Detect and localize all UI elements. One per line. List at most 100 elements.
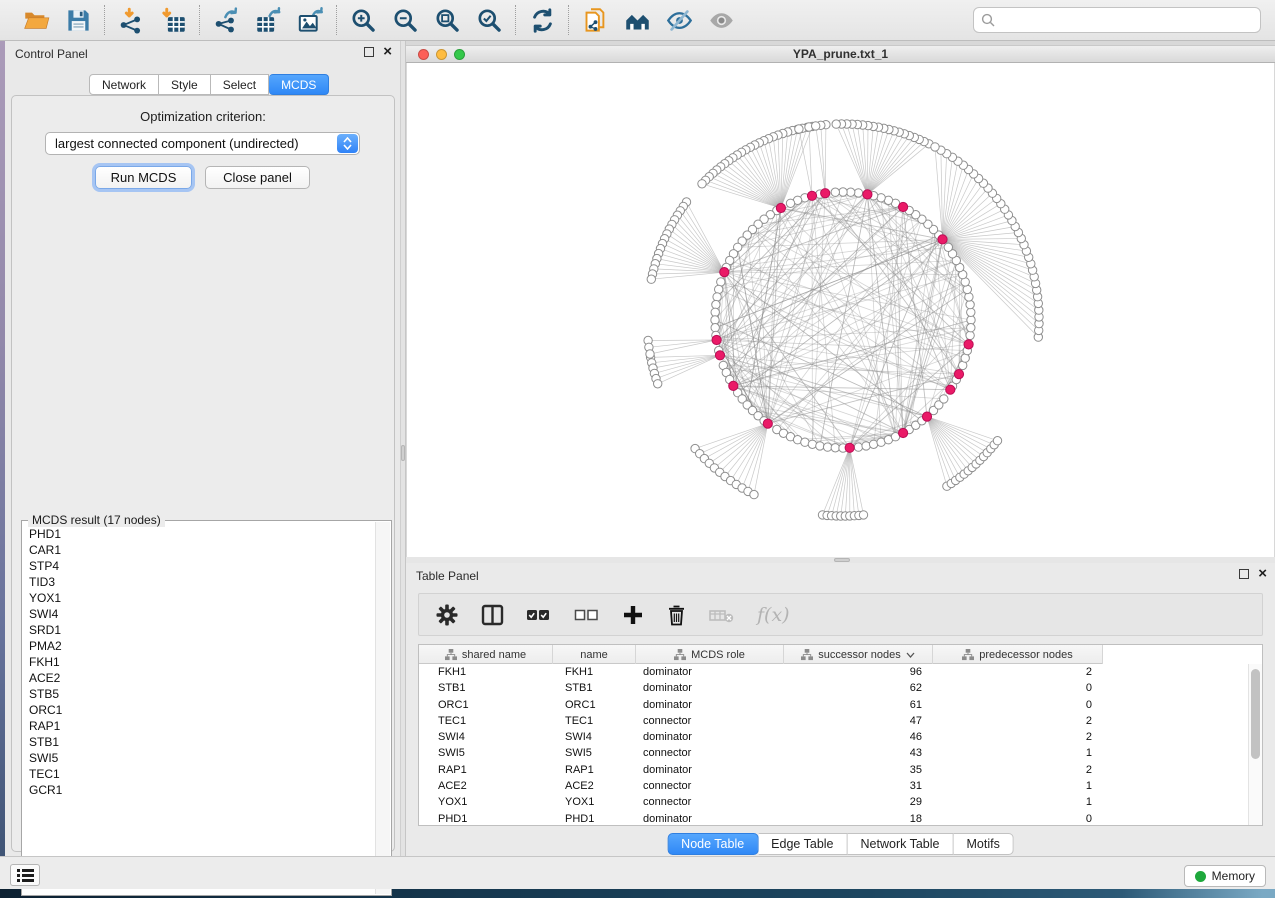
- table-row[interactable]: YOX1YOX1connector291: [419, 794, 1247, 810]
- zoom-in-button[interactable]: [349, 6, 377, 34]
- window-zoom-icon[interactable]: [454, 49, 465, 60]
- window-minimize-icon[interactable]: [436, 49, 447, 60]
- hide-selected-button[interactable]: [665, 6, 693, 34]
- export-network-button[interactable]: [212, 6, 240, 34]
- float-panel-icon[interactable]: [364, 47, 374, 57]
- export-image-button[interactable]: [296, 6, 324, 34]
- splitter-handle[interactable]: [834, 558, 850, 562]
- memory-button[interactable]: Memory: [1184, 865, 1266, 887]
- zoom-out-button[interactable]: [391, 6, 419, 34]
- table-settings-button[interactable]: [435, 602, 459, 628]
- column-header-name[interactable]: name: [553, 645, 636, 664]
- clear-table-button[interactable]: [709, 602, 735, 628]
- mcds-result-item[interactable]: RAP1: [29, 718, 375, 734]
- task-history-button[interactable]: [10, 864, 40, 886]
- mcds-result-item[interactable]: ACE2: [29, 670, 375, 686]
- column-header-predecessor-nodes[interactable]: predecessor nodes: [933, 645, 1103, 664]
- close-panel-icon[interactable]: ×: [1258, 569, 1267, 579]
- function-builder-button[interactable]: f(x): [757, 602, 790, 628]
- column-header-shared-name[interactable]: shared name: [419, 645, 553, 664]
- optimization-criterion-label: Optimization criterion:: [12, 109, 394, 124]
- mcds-result-item[interactable]: TEC1: [29, 766, 375, 782]
- search-input[interactable]: [973, 7, 1261, 33]
- tab-style[interactable]: Style: [159, 74, 211, 95]
- close-panel-icon[interactable]: ×: [383, 47, 392, 57]
- cell-successor-nodes: 96: [784, 664, 933, 680]
- eye-icon: [708, 7, 735, 34]
- toggle-columns-button[interactable]: [481, 602, 504, 628]
- refresh-layout-button[interactable]: [528, 6, 556, 34]
- mcds-result-item[interactable]: STB1: [29, 734, 375, 750]
- table-row[interactable]: SWI4SWI4dominator462: [419, 729, 1247, 745]
- open-session-button[interactable]: [22, 6, 50, 34]
- mcds-result-item[interactable]: CAR1: [29, 542, 375, 558]
- mcds-result-item[interactable]: FKH1: [29, 654, 375, 670]
- tab-edge-table[interactable]: Edge Table: [758, 833, 847, 855]
- network-view-window: YPA_prune.txt_1: [406, 41, 1275, 557]
- network-graph[interactable]: [407, 63, 1274, 557]
- network-window-titlebar[interactable]: YPA_prune.txt_1: [406, 45, 1275, 63]
- splitter-handle[interactable]: [401, 445, 405, 461]
- network-canvas[interactable]: [407, 63, 1274, 557]
- mcds-result-item[interactable]: TID3: [29, 574, 375, 590]
- mcds-result-item[interactable]: SWI4: [29, 606, 375, 622]
- show-all-nodes-button[interactable]: [623, 6, 651, 34]
- mcds-result-item[interactable]: PMA2: [29, 638, 375, 654]
- table-row[interactable]: FKH1FKH1dominator962: [419, 664, 1247, 680]
- cell-successor-nodes: 43: [784, 745, 933, 761]
- cell-successor-nodes: 35: [784, 762, 933, 778]
- zoom-fit-button[interactable]: [433, 6, 461, 34]
- delete-column-button[interactable]: [666, 602, 687, 628]
- table-row[interactable]: PHD1PHD1dominator180: [419, 811, 1247, 825]
- table-row[interactable]: RAP1RAP1dominator352: [419, 762, 1247, 778]
- import-network-button[interactable]: [117, 6, 145, 34]
- tab-network-table[interactable]: Network Table: [848, 833, 954, 855]
- mcds-result-item[interactable]: SRD1: [29, 622, 375, 638]
- export-table-button[interactable]: [254, 6, 282, 34]
- tab-select[interactable]: Select: [211, 74, 269, 95]
- table-row[interactable]: ACE2ACE2connector311: [419, 778, 1247, 794]
- save-session-button[interactable]: [64, 6, 92, 34]
- window-close-icon[interactable]: [418, 49, 429, 60]
- cell-successor-nodes: 31: [784, 778, 933, 794]
- tab-node-table[interactable]: Node Table: [667, 833, 758, 855]
- scrollbar-thumb[interactable]: [1251, 669, 1260, 759]
- cell-name: YOX1: [553, 794, 636, 810]
- run-mcds-button[interactable]: Run MCDS: [95, 166, 192, 189]
- table-toolbar: f(x): [418, 593, 1263, 636]
- mcds-result-scrollbar[interactable]: [375, 522, 390, 894]
- mcds-result-item[interactable]: GCR1: [29, 782, 375, 798]
- mcds-result-item[interactable]: STB5: [29, 686, 375, 702]
- table-row[interactable]: SWI5SWI5connector431: [419, 745, 1247, 761]
- mcds-result-item[interactable]: PHD1: [29, 526, 375, 542]
- column-label: MCDS role: [691, 649, 745, 661]
- cell-mcds-role: connector: [636, 794, 784, 810]
- optimization-criterion-select[interactable]: largest connected component (undirected): [45, 132, 360, 155]
- zoom-selected-button[interactable]: [475, 6, 503, 34]
- tab-network[interactable]: Network: [89, 74, 159, 95]
- mcds-result-item[interactable]: STP4: [29, 558, 375, 574]
- clone-network-button[interactable]: [581, 6, 609, 34]
- tab-mcds[interactable]: MCDS: [269, 74, 329, 95]
- table-row[interactable]: ORC1ORC1dominator610: [419, 697, 1247, 713]
- tab-motifs[interactable]: Motifs: [953, 833, 1013, 855]
- close-panel-button[interactable]: Close panel: [205, 166, 310, 189]
- mcds-result-item[interactable]: ORC1: [29, 702, 375, 718]
- float-panel-icon[interactable]: [1239, 569, 1249, 579]
- cell-shared-name: YOX1: [419, 794, 553, 810]
- cell-mcds-role: dominator: [636, 697, 784, 713]
- mcds-result-item[interactable]: SWI5: [29, 750, 375, 766]
- table-row[interactable]: TEC1TEC1connector472: [419, 713, 1247, 729]
- cell-predecessor-nodes: 2: [933, 664, 1103, 680]
- mcds-result-item[interactable]: YOX1: [29, 590, 375, 606]
- table-row[interactable]: STB1STB1dominator620: [419, 680, 1247, 696]
- cell-shared-name: RAP1: [419, 762, 553, 778]
- import-table-button[interactable]: [159, 6, 187, 34]
- column-header-successor-nodes[interactable]: successor nodes: [784, 645, 933, 664]
- select-all-columns-button[interactable]: [526, 602, 552, 628]
- column-header-mcds-role[interactable]: MCDS role: [636, 645, 784, 664]
- table-scrollbar[interactable]: [1248, 664, 1262, 825]
- add-column-button[interactable]: [622, 602, 644, 628]
- show-hidden-button[interactable]: [707, 6, 735, 34]
- deselect-all-columns-button[interactable]: [574, 602, 600, 628]
